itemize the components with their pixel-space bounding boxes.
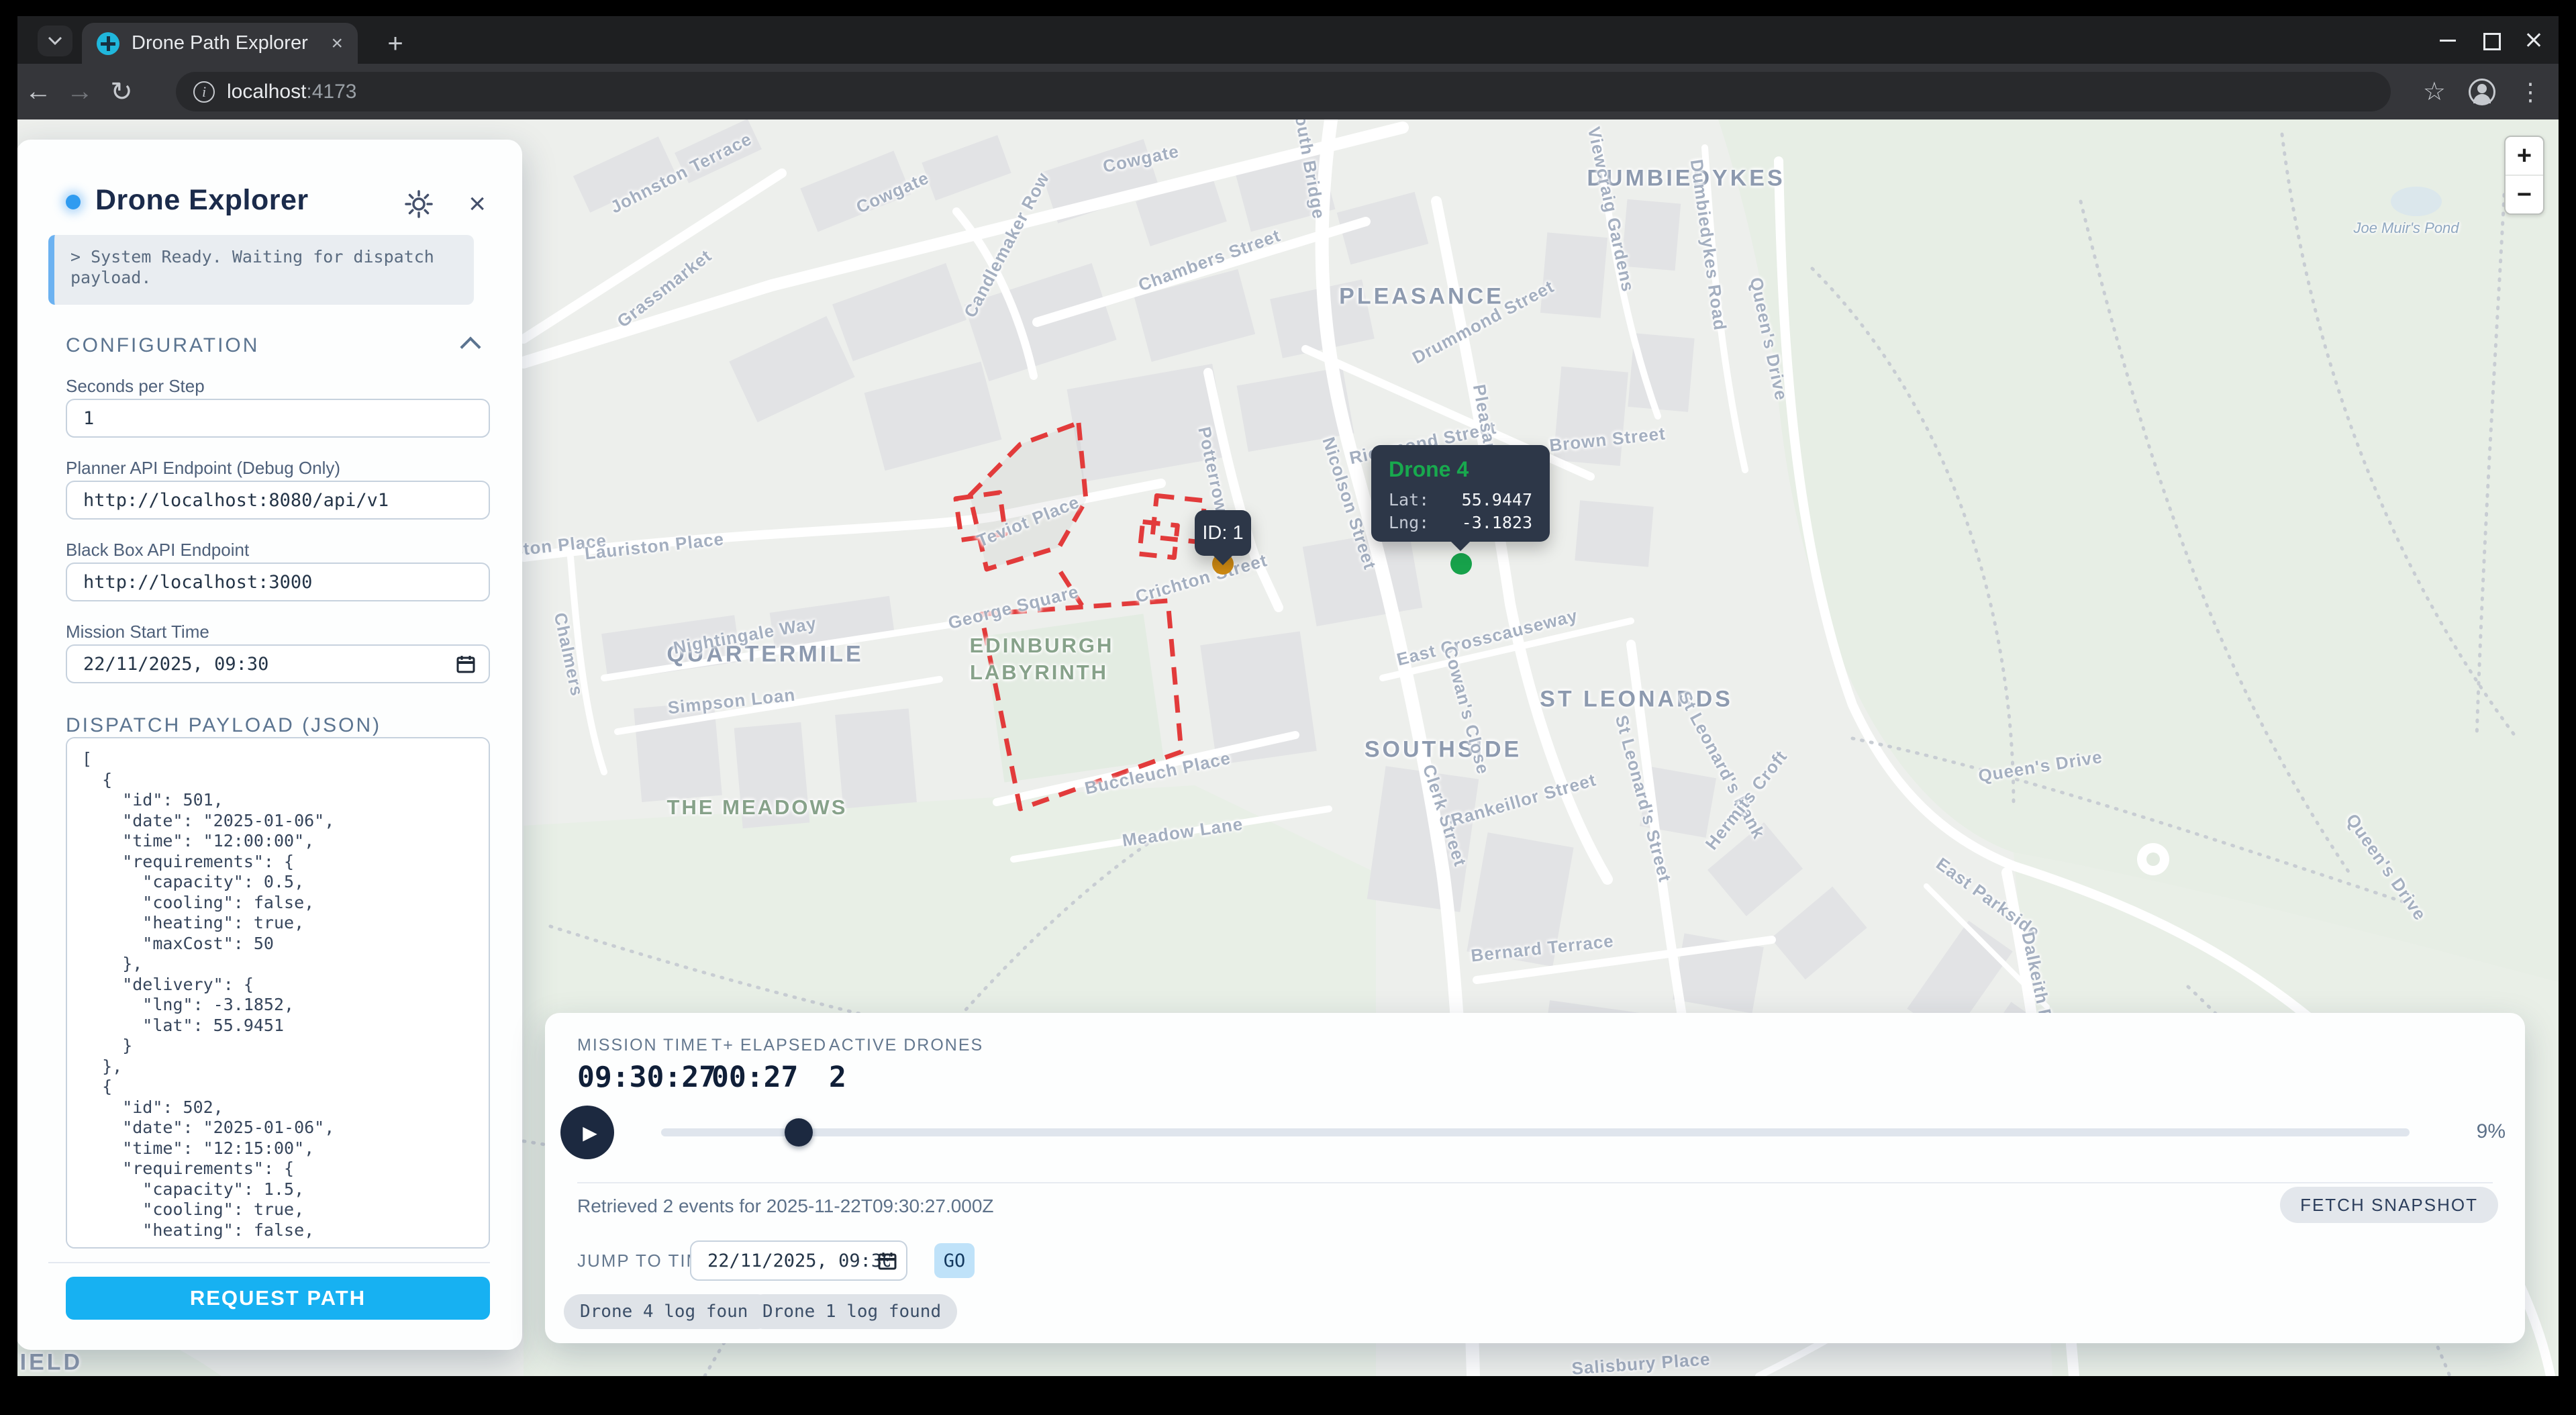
- planner-endpoint-label: Planner API Endpoint (Debug Only): [66, 458, 340, 479]
- back-icon[interactable]: ←: [17, 77, 59, 107]
- dispatch-payload-textarea[interactable]: [ { "id": 501, "date": "2025-01-06", "ti…: [66, 737, 490, 1249]
- calendar-icon[interactable]: [456, 654, 475, 673]
- divider: [48, 1262, 490, 1263]
- maximize-icon[interactable]: [2479, 29, 2502, 52]
- map-label: PLEASANCE: [1339, 284, 1504, 310]
- tab-close-icon[interactable]: ×: [331, 34, 343, 54]
- timeline-slider-thumb[interactable]: [785, 1118, 813, 1146]
- system-status-message: > System Ready. Waiting for dispatch pay…: [48, 235, 474, 305]
- map-label: EDINBURGH: [970, 634, 1114, 658]
- browser-window: Drone Path Explorer × + ← → ↻ i localhos…: [17, 16, 2559, 1376]
- active-drones-label: ACTIVE DRONES: [829, 1036, 983, 1055]
- retrieved-events-text: Retrieved 2 events for 2025-11-22T09:30:…: [577, 1196, 994, 1217]
- tab-drone-path-explorer[interactable]: Drone Path Explorer ×: [82, 23, 358, 64]
- map-label: Joe Muir's Pond: [2353, 219, 2459, 237]
- lng-label: Lng:: [1389, 511, 1429, 534]
- mission-time-label: MISSION TIME: [577, 1036, 716, 1055]
- drone-favicon-icon: [97, 32, 119, 55]
- url-text: localhost:4173: [227, 81, 356, 103]
- jump-to-time-input[interactable]: [690, 1240, 907, 1281]
- drone-4-log-chip: Drone 4 log found: [564, 1294, 775, 1329]
- tab-title: Drone Path Explorer: [132, 32, 319, 54]
- window-close-icon[interactable]: [2522, 29, 2545, 52]
- drone-4-marker[interactable]: [1450, 553, 1472, 575]
- configuration-heading: CONFIGURATION: [66, 334, 259, 357]
- request-path-button[interactable]: REQUEST PATH: [66, 1277, 490, 1320]
- elapsed-value: 00:27: [711, 1061, 827, 1094]
- fetch-snapshot-button[interactable]: FETCH SNAPSHOT: [2280, 1187, 2498, 1223]
- zoom-in-button[interactable]: +: [2506, 137, 2543, 176]
- blackbox-endpoint-input[interactable]: [66, 563, 490, 601]
- lat-label: Lat:: [1389, 489, 1429, 511]
- theme-sun-icon[interactable]: [404, 189, 434, 219]
- tab-strip: Drone Path Explorer × +: [17, 16, 2559, 64]
- collapse-chevron-icon[interactable]: [460, 336, 481, 357]
- map[interactable]: PLEASANCEDUMBIEDYKESQUARTERMILESOUTHSIDE…: [17, 119, 2559, 1376]
- drone-4-popup: Drone 4 Lat: 55.9447 Lng: -3.1823: [1371, 445, 1550, 542]
- progress-percent: 9%: [2477, 1120, 2506, 1143]
- blackbox-endpoint-label: Black Box API Endpoint: [66, 540, 249, 560]
- timeline-slider-track[interactable]: [661, 1128, 2410, 1136]
- go-button[interactable]: GO: [934, 1243, 975, 1278]
- menu-dots-icon[interactable]: ⋮: [2518, 78, 2542, 106]
- chevron-down-icon: [48, 36, 62, 46]
- bookmark-star-icon[interactable]: ☆: [2423, 77, 2446, 107]
- planner-endpoint-input[interactable]: [66, 481, 490, 520]
- lat-value: 55.9447: [1462, 489, 1532, 511]
- seconds-per-step-label: Seconds per Step: [66, 376, 205, 397]
- divider: [577, 1182, 2493, 1183]
- lng-value: -3.1823: [1462, 511, 1532, 534]
- zoom-out-button[interactable]: −: [2506, 176, 2543, 213]
- seconds-per-step-input[interactable]: [66, 399, 490, 438]
- drone-explorer-panel: Drone Explorer ×: [17, 140, 522, 1350]
- mission-start-label: Mission Start Time: [66, 622, 209, 642]
- map-label: LABYRINTH: [970, 661, 1108, 685]
- play-icon: ▶: [583, 1122, 597, 1144]
- play-button[interactable]: ▶: [560, 1106, 614, 1159]
- elapsed-label: T+ ELAPSED: [711, 1036, 827, 1055]
- payload-heading: DISPATCH PAYLOAD (JSON): [66, 714, 381, 737]
- panel-close-icon[interactable]: ×: [468, 189, 486, 219]
- url-bar[interactable]: i localhost:4173: [176, 72, 2391, 111]
- map-label: THE MEADOWS: [667, 795, 848, 820]
- forward-icon[interactable]: →: [59, 77, 101, 107]
- new-tab-button[interactable]: +: [380, 28, 411, 59]
- page-content: PLEASANCEDUMBIEDYKESQUARTERMILESOUTHSIDE…: [17, 119, 2559, 1376]
- drone-1-tooltip: ID: 1: [1195, 510, 1251, 556]
- tab-search-button[interactable]: [38, 26, 72, 56]
- mission-time-value: 09:30:27: [577, 1061, 716, 1094]
- drone-4-name: Drone 4: [1389, 457, 1532, 482]
- reload-icon[interactable]: ↻: [101, 77, 142, 107]
- profile-avatar-icon[interactable]: [2469, 79, 2495, 105]
- mission-start-input[interactable]: [66, 644, 490, 683]
- map-label: ST LEONARDS: [1540, 687, 1733, 713]
- timeline-panel: MISSION TIME 09:30:27 T+ ELAPSED 00:27 A…: [545, 1013, 2525, 1343]
- active-drones-value: 2: [829, 1061, 983, 1094]
- drone-1-log-chip: Drone 1 log found: [746, 1294, 957, 1329]
- map-label: SOUTHSIDE: [1365, 737, 1522, 763]
- panel-title: Drone Explorer: [95, 184, 309, 217]
- minimize-icon[interactable]: [2436, 29, 2459, 52]
- site-info-icon[interactable]: i: [193, 81, 215, 103]
- browser-toolbar: ← → ↻ i localhost:4173 ☆ ⋮: [17, 64, 2559, 119]
- map-label: FIELD: [17, 1350, 83, 1376]
- calendar-icon[interactable]: [878, 1251, 897, 1270]
- map-zoom-control: + −: [2504, 136, 2544, 215]
- status-dot: [66, 195, 81, 209]
